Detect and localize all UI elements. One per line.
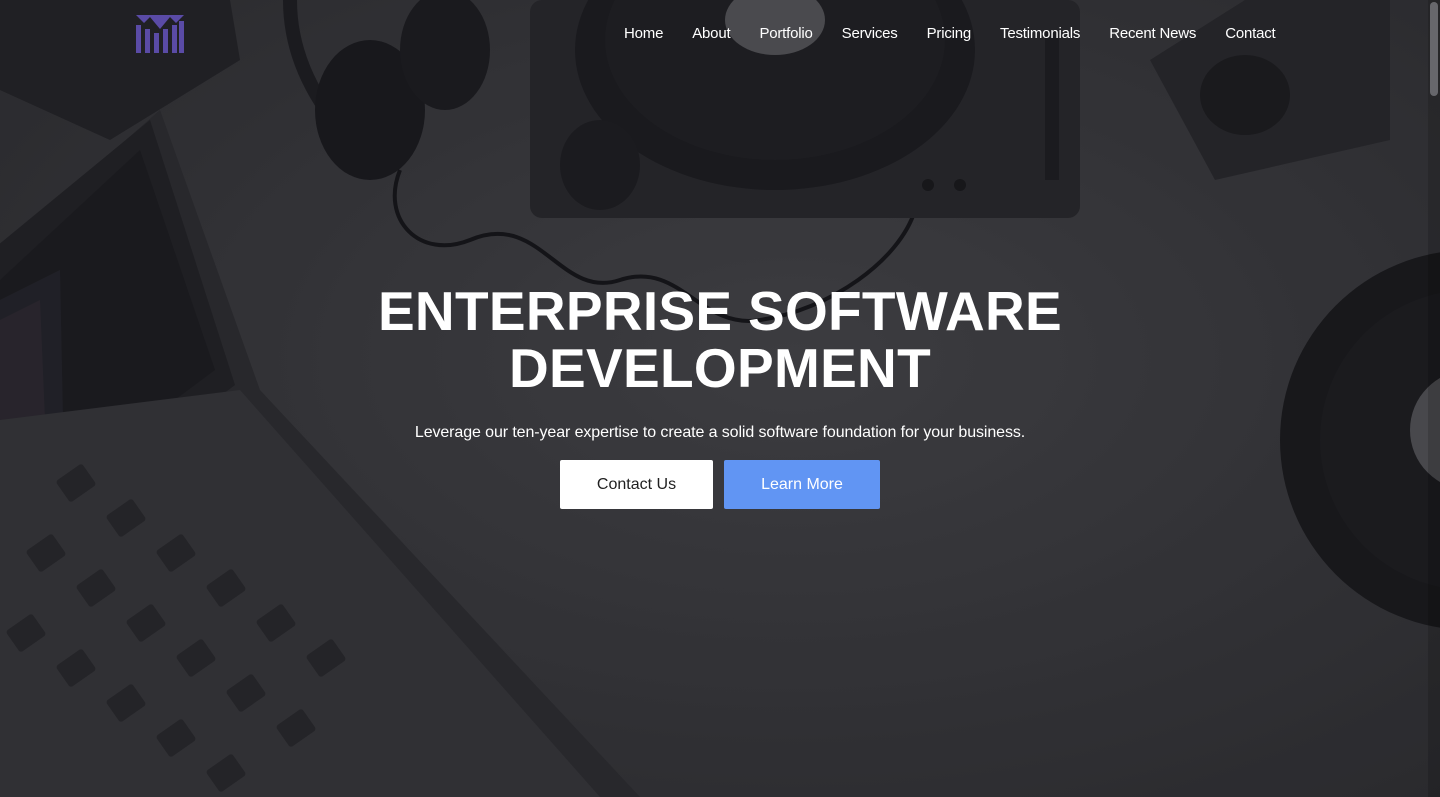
nav-item-services[interactable]: Services [827,24,912,44]
nav-item-portfolio[interactable]: Portfolio [745,24,827,44]
hero-title-line-1: ENTERPRISE SOFTWARE [377,280,1063,342]
nav-menu: Home About Portfolio Services Pricing Te… [610,24,1290,44]
nav-item-recent-news[interactable]: Recent News [1095,24,1211,44]
scrollbar-thumb[interactable] [1430,2,1438,96]
nav-item-testimonials[interactable]: Testimonials [986,24,1095,44]
contact-us-button[interactable]: Contact Us [560,460,713,509]
page-scrollbar[interactable] [1428,0,1440,797]
hero-title-line-2: DEVELOPMENT [509,337,931,399]
nav-item-about[interactable]: About [678,24,745,44]
nav-item-contact[interactable]: Contact [1211,24,1290,44]
brand-logo[interactable] [136,15,184,53]
top-navbar: Home About Portfolio Services Pricing Te… [0,0,1440,68]
nav-item-pricing[interactable]: Pricing [912,24,985,44]
logo-icon [136,15,184,53]
learn-more-button[interactable]: Learn More [724,460,880,509]
hero-title: ENTERPRISE SOFTWARE DEVELOPMENT [0,283,1440,397]
nav-item-home[interactable]: Home [610,24,678,44]
hero-subtitle: Leverage our ten-year expertise to creat… [414,424,1026,441]
